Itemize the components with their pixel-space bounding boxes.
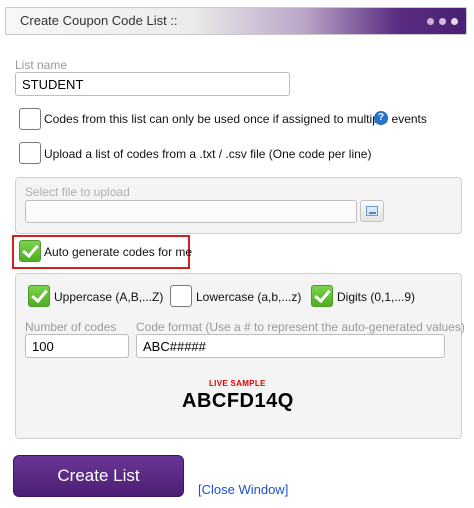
live-sample-label: LIVE SAMPLE [209,379,266,388]
file-path-input[interactable] [25,200,357,223]
digits-label: Digits (0,1,...9) [337,290,416,304]
live-sample-value: ABCFD14Q [182,390,294,412]
uppercase-label: Uppercase (A,B,...Z) [54,290,164,304]
code-format-input[interactable] [136,334,445,358]
file-browse-icon [366,206,378,216]
create-list-button[interactable]: Create List [13,455,184,497]
upload-list-checkbox[interactable] [19,142,41,164]
browse-file-button[interactable] [360,200,384,222]
digits-checkbox[interactable] [311,285,333,307]
create-coupon-window: Create Coupon Code List :: List name Cod… [0,0,474,508]
select-file-label: Select file to upload [25,185,130,199]
upload-list-label: Upload a list of codes from a .txt / .cs… [44,147,372,161]
window-title: Create Coupon Code List :: [20,13,178,28]
once-only-label: Codes from this list can only be used on… [44,112,427,126]
window-dot-icon[interactable] [427,18,434,25]
list-name-input[interactable] [15,72,290,96]
window-dot-icon[interactable] [439,18,446,25]
number-of-codes-input[interactable] [25,334,129,358]
list-name-label: List name [15,58,68,72]
title-bar: Create Coupon Code List :: [5,7,467,35]
code-format-label: Code format (Use a # to represent the au… [136,320,465,334]
uppercase-checkbox[interactable] [28,285,50,307]
window-controls [427,18,458,25]
auto-generate-label: Auto generate codes for me [44,245,193,259]
lowercase-label: Lowercase (a,b,...z) [196,290,302,304]
lowercase-checkbox[interactable] [170,285,192,307]
help-icon[interactable]: ? [374,111,388,125]
once-only-checkbox[interactable] [19,108,41,130]
window-dot-icon[interactable] [451,18,458,25]
number-of-codes-label: Number of codes [25,320,117,334]
close-window-link[interactable]: [Close Window] [198,482,288,497]
auto-generate-checkbox[interactable] [19,240,41,262]
